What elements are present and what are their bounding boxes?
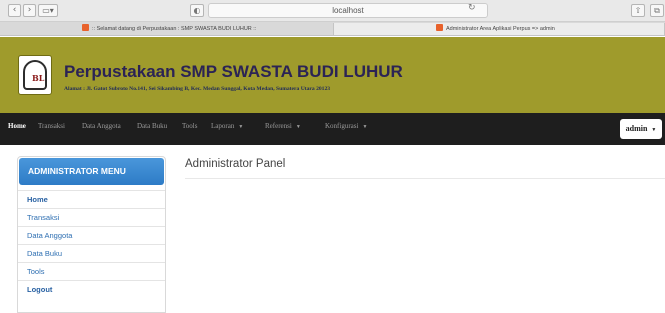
browser-toolbar: ‹ › ▭▾ ◐ localhost ↻ ⇧ ⧉ bbox=[0, 0, 665, 22]
nav-buttons: ‹ › bbox=[8, 4, 36, 17]
browser-tab-admin[interactable]: Administrator Area Aplikasi Perpus => ad… bbox=[333, 23, 665, 35]
nav-item-data-buku[interactable]: Data Buku bbox=[137, 122, 167, 130]
sidebar-item-home[interactable]: Home bbox=[18, 190, 165, 208]
nav-item-home[interactable]: Home bbox=[8, 122, 26, 130]
title-divider bbox=[185, 178, 665, 179]
sidebar-item-data-buku[interactable]: Data Buku bbox=[18, 244, 165, 262]
tabs-icon[interactable]: ⧉ bbox=[650, 4, 664, 17]
tab-label: Administrator Area Aplikasi Perpus => ad… bbox=[446, 26, 555, 32]
chevron-left-icon[interactable]: ‹ bbox=[8, 4, 21, 17]
nav-item-label: Laporan bbox=[211, 122, 235, 130]
nav-item-laporan[interactable]: Laporan ▼ bbox=[211, 122, 243, 130]
site-address: Alamat : Jl. Gatot Subroto No.141, Sei S… bbox=[64, 86, 331, 92]
caret-down-icon: ▼ bbox=[362, 125, 368, 130]
favicon-icon bbox=[436, 24, 443, 31]
share-icon[interactable]: ⇧ bbox=[631, 4, 645, 17]
admin-sidebar: ADMINISTRATOR MENU Home Transaksi Data A… bbox=[17, 156, 166, 313]
favicon-icon bbox=[82, 24, 89, 31]
user-label: admin bbox=[625, 124, 648, 133]
sidebar-item-logout[interactable]: Logout bbox=[18, 280, 165, 298]
site-title: Perpustakaan SMP SWASTA BUDI LUHUR bbox=[64, 62, 403, 81]
chevron-right-icon[interactable]: › bbox=[23, 4, 36, 17]
page-title: Administrator Panel bbox=[185, 158, 286, 170]
shield-icon[interactable]: ◐ bbox=[190, 4, 204, 17]
logo-shield-icon: BL bbox=[23, 60, 47, 90]
logo-text: BL bbox=[32, 73, 45, 83]
user-menu-button[interactable]: admin ▼ bbox=[620, 119, 662, 139]
nav-item-konfigurasi[interactable]: Konfigurasi ▼ bbox=[325, 122, 367, 130]
reload-icon[interactable]: ↻ bbox=[468, 3, 476, 13]
school-logo: BL bbox=[18, 55, 52, 95]
sidebar-item-transaksi[interactable]: Transaksi bbox=[18, 208, 165, 226]
nav-item-transaksi[interactable]: Transaksi bbox=[38, 122, 65, 130]
caret-down-icon: ▼ bbox=[651, 128, 657, 133]
nav-item-data-anggota[interactable]: Data Anggota bbox=[82, 122, 121, 130]
caret-down-icon: ▼ bbox=[238, 125, 244, 130]
caret-down-icon: ▼ bbox=[295, 125, 301, 130]
nav-item-label: Referensi bbox=[265, 122, 292, 130]
nav-item-referensi[interactable]: Referensi ▼ bbox=[265, 122, 301, 130]
tab-label: :: Selamat datang di Perpustakaan : SMP … bbox=[92, 26, 257, 32]
sidebar-icon[interactable]: ▭▾ bbox=[38, 4, 58, 17]
main-navbar: Home Transaksi Data Anggota Data Buku To… bbox=[0, 113, 665, 145]
sidebar-item-data-anggota[interactable]: Data Anggota bbox=[18, 226, 165, 244]
nav-item-label: Konfigurasi bbox=[325, 122, 359, 130]
browser-tab-welcome[interactable]: :: Selamat datang di Perpustakaan : SMP … bbox=[0, 23, 332, 35]
tab-strip: :: Selamat datang di Perpustakaan : SMP … bbox=[0, 22, 665, 36]
nav-item-tools[interactable]: Tools bbox=[182, 122, 197, 130]
sidebar-heading: ADMINISTRATOR MENU bbox=[19, 158, 164, 185]
sidebar-item-tools[interactable]: Tools bbox=[18, 262, 165, 280]
address-bar[interactable]: localhost bbox=[208, 3, 488, 18]
site-header: BL Perpustakaan SMP SWASTA BUDI LUHUR Al… bbox=[0, 37, 665, 113]
